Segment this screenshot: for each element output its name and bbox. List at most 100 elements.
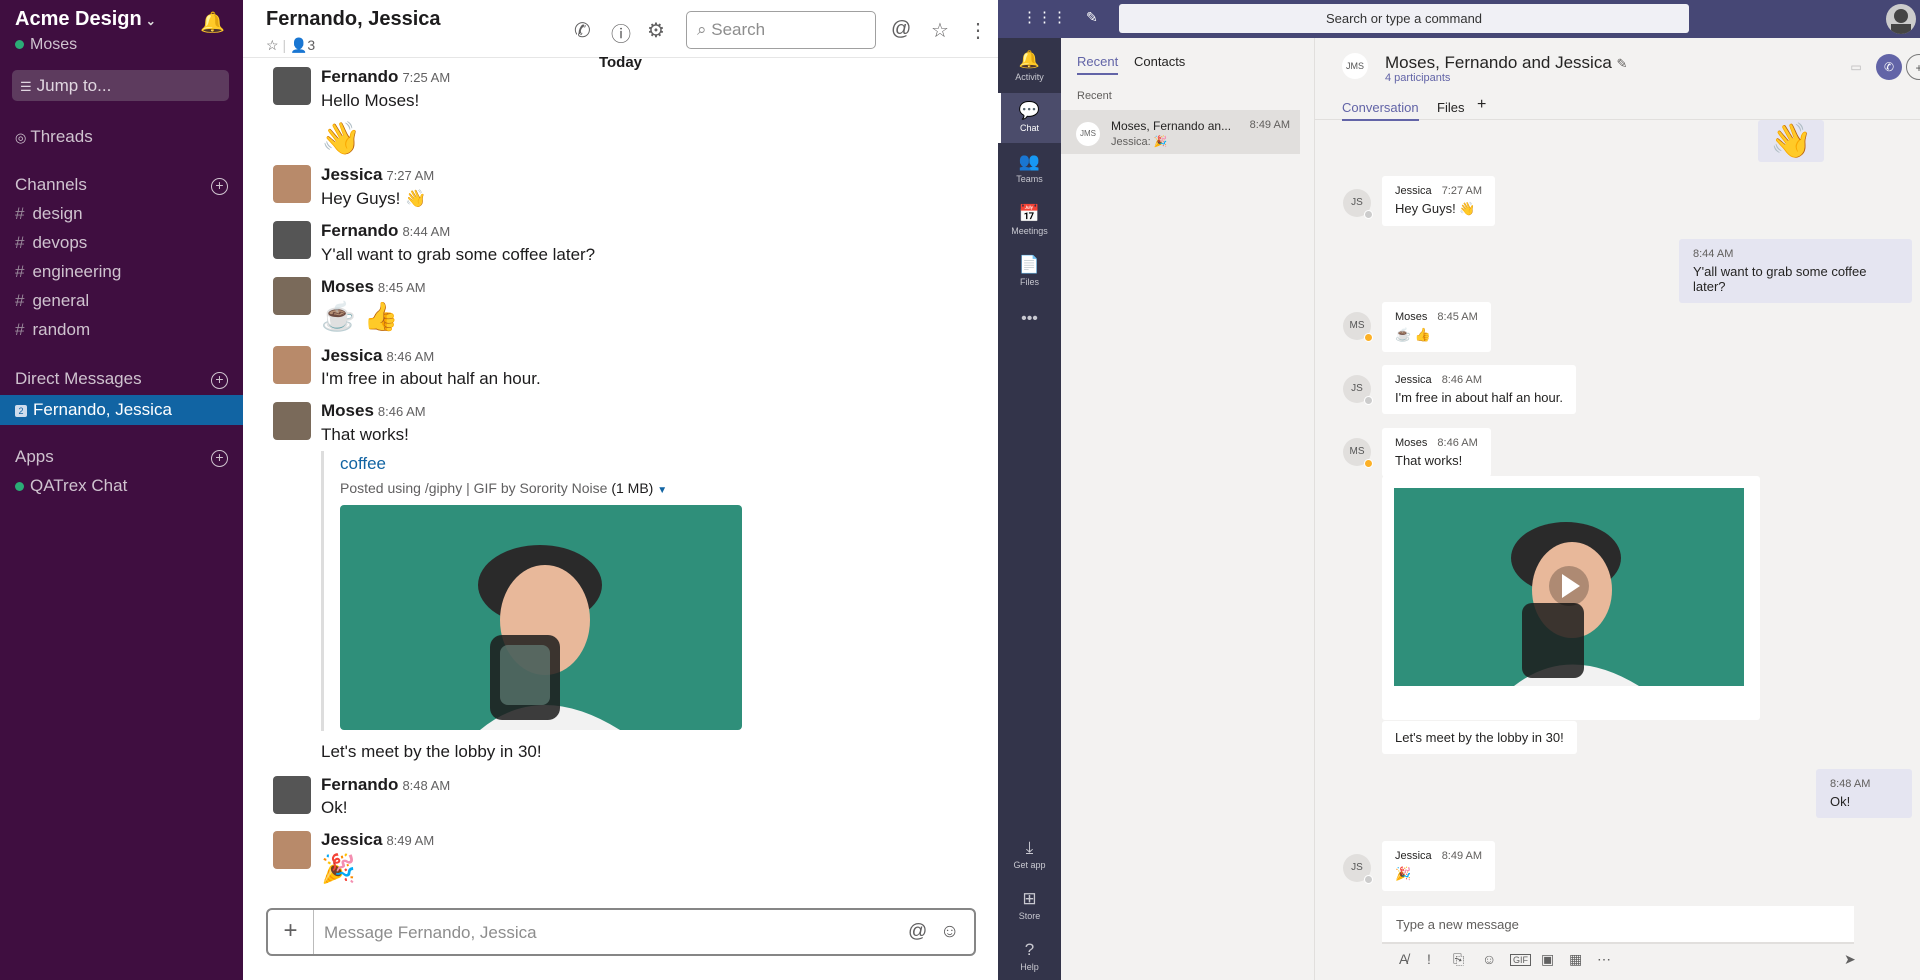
rail-help[interactable]: ? Help	[998, 940, 1061, 980]
channel-random[interactable]: # random	[15, 317, 90, 343]
more-options-icon[interactable]: ⋯	[1597, 951, 1611, 968]
gif-icon[interactable]: GIF	[1510, 954, 1531, 966]
message-author[interactable]: Fernando 7:25 AM	[321, 67, 450, 87]
message-bubble[interactable]: Moses 8:46 AM That works!	[1382, 428, 1491, 477]
tab-recent[interactable]: Recent	[1077, 54, 1119, 75]
new-chat-icon[interactable]: ✎	[1086, 9, 1098, 26]
rail-store[interactable]: ⊞ Store	[998, 889, 1061, 931]
add-attachment-button[interactable]: +	[268, 910, 314, 954]
star-icon[interactable]: ☆	[931, 18, 949, 43]
rail-teams[interactable]: 👥 Teams	[998, 152, 1061, 194]
message-author[interactable]: Moses 8:46 AM	[321, 401, 426, 421]
my-message-bubble[interactable]: 8:44 AM Y'all want to grab some coffee la…	[1679, 239, 1912, 303]
avatar-ms[interactable]: MS	[1343, 312, 1373, 342]
add-channel-icon[interactable]: +	[211, 178, 228, 195]
app-qatrex-chat[interactable]: QATrex Chat	[15, 473, 127, 499]
message-bubble[interactable]: Jessica 7:27 AM Hey Guys! 👋	[1382, 176, 1496, 226]
workspace-name[interactable]: Acme Design ⌄	[15, 8, 156, 31]
channel-devops[interactable]: # devops	[15, 230, 87, 256]
message-bubble[interactable]: Jessica 8:49 AM 🎉	[1382, 841, 1496, 891]
avatar[interactable]	[273, 165, 311, 203]
audio-call-icon[interactable]: ✆	[1876, 54, 1902, 80]
mentions-icon[interactable]: @	[891, 18, 911, 41]
rail-files[interactable]: 📄 Files	[998, 255, 1061, 297]
message-bubble[interactable]: Moses 8:45 AM ☕ 👍	[1382, 302, 1491, 352]
tab-contacts[interactable]: Contacts	[1134, 54, 1185, 69]
avatar[interactable]	[273, 776, 311, 814]
participants-link[interactable]: 4 participants	[1385, 72, 1450, 84]
tab-conversation[interactable]: Conversation	[1342, 100, 1419, 121]
tab-files[interactable]: Files	[1437, 100, 1464, 115]
avatar-js[interactable]: JS	[1343, 189, 1373, 219]
rename-pencil-icon[interactable]: ✎	[1617, 56, 1628, 71]
avatar[interactable]	[273, 67, 311, 105]
jump-to-button[interactable]: ☰ Jump to...	[12, 70, 229, 101]
command-search-input[interactable]: Search or type a command	[1119, 4, 1689, 33]
rail-meetings[interactable]: 📅 Meetings	[998, 204, 1061, 246]
star-icon[interactable]: ☆	[266, 37, 279, 53]
composer-input[interactable]: Message Fernando, Jessica	[324, 923, 537, 943]
avatar-ms[interactable]: MS	[1343, 438, 1373, 468]
avatar-js[interactable]: JS	[1343, 375, 1373, 405]
dm-fernando-jessica[interactable]: 2 Fernando, Jessica	[0, 395, 243, 425]
my-message-bubble[interactable]: 8:48 AM Ok!	[1816, 769, 1912, 818]
rail-chat[interactable]: 💬 Chat	[998, 93, 1061, 143]
message-author[interactable]: Fernando 8:48 AM	[321, 775, 450, 795]
video-call-icon[interactable]: ▭	[1843, 54, 1869, 80]
bell-icon[interactable]: 🔔	[200, 10, 225, 35]
attachment-title[interactable]: coffee	[340, 454, 386, 474]
avatar[interactable]	[273, 831, 311, 869]
slack-sidebar: Acme Design ⌄ 🔔 Moses ☰ Jump to... ◎ Thread…	[0, 0, 243, 980]
message-author[interactable]: Jessica 7:27 AM	[321, 165, 434, 185]
message-author[interactable]: Jessica 8:49 AM	[321, 830, 434, 850]
mention-icon[interactable]: @	[908, 921, 927, 943]
emoji-icon[interactable]: ☺	[940, 921, 959, 943]
app-grid-icon[interactable]: ⋮⋮⋮	[1022, 8, 1067, 26]
message-author[interactable]: Moses 8:45 AM	[321, 277, 426, 297]
channel-design[interactable]: # design	[15, 201, 83, 227]
avatar-js[interactable]: JS	[1343, 854, 1373, 884]
send-icon[interactable]: ➤	[1844, 951, 1856, 968]
channels-header[interactable]: Channels	[15, 172, 87, 198]
rail-activity[interactable]: 🔔 Activity	[998, 50, 1061, 92]
threads-link[interactable]: ◎ Threads	[15, 124, 93, 150]
schedule-meeting-icon[interactable]: ▦	[1569, 951, 1582, 968]
add-people-icon[interactable]: +	[1906, 54, 1920, 80]
more-apps-icon[interactable]: •••	[998, 310, 1061, 328]
apps-header[interactable]: Apps	[15, 444, 54, 470]
avatar[interactable]	[273, 402, 311, 440]
channel-general[interactable]: # general	[15, 288, 89, 314]
emoji-icon[interactable]: ☺	[1482, 951, 1496, 967]
avatar[interactable]	[273, 221, 311, 259]
new-message-input[interactable]: Type a new message	[1382, 906, 1854, 944]
caret-down-icon[interactable]: ▼	[657, 485, 667, 496]
chat-list-item[interactable]: JMS Moses, Fernando an... Jessica: 🎉 8:4…	[1061, 110, 1300, 154]
channel-engineering[interactable]: # engineering	[15, 259, 121, 285]
avatar[interactable]	[273, 277, 311, 315]
message-author[interactable]: Fernando 8:44 AM	[321, 221, 450, 241]
message-composer[interactable]: + Message Fernando, Jessica @ ☺	[266, 908, 976, 956]
attach-icon[interactable]: ⎘	[1453, 951, 1464, 968]
search-input[interactable]: ⌕ Search	[686, 11, 876, 49]
message-bubble[interactable]: Jessica 8:46 AM I'm free in about half an …	[1382, 365, 1576, 414]
gif-message[interactable]	[1382, 476, 1760, 720]
add-tab-icon[interactable]: +	[1477, 96, 1486, 114]
sticker-icon[interactable]: ▣	[1541, 951, 1554, 968]
user-avatar[interactable]	[1886, 4, 1916, 34]
add-dm-icon[interactable]: +	[211, 372, 228, 389]
members-icon[interactable]: 👤	[290, 37, 307, 53]
add-app-icon[interactable]: +	[211, 450, 228, 467]
avatar[interactable]	[273, 346, 311, 384]
important-icon[interactable]: !	[1427, 951, 1431, 967]
format-icon[interactable]: A̸	[1399, 951, 1408, 967]
more-icon[interactable]: ⋮	[968, 18, 988, 43]
gear-icon[interactable]: ⚙	[647, 18, 665, 43]
message-author[interactable]: Jessica 8:46 AM	[321, 346, 434, 366]
info-icon[interactable]: ⓘ	[611, 18, 631, 47]
phone-icon[interactable]: ✆	[574, 18, 591, 43]
gif-image[interactable]	[340, 505, 742, 730]
dm-header[interactable]: Direct Messages	[15, 366, 142, 392]
conversation-header: JMS Moses, Fernando and Jessica ✎ 4 part…	[1315, 38, 1920, 121]
rail-get-app[interactable]: ⤓ Get app	[998, 838, 1061, 880]
message-bubble[interactable]: Let's meet by the lobby in 30!	[1382, 721, 1577, 754]
